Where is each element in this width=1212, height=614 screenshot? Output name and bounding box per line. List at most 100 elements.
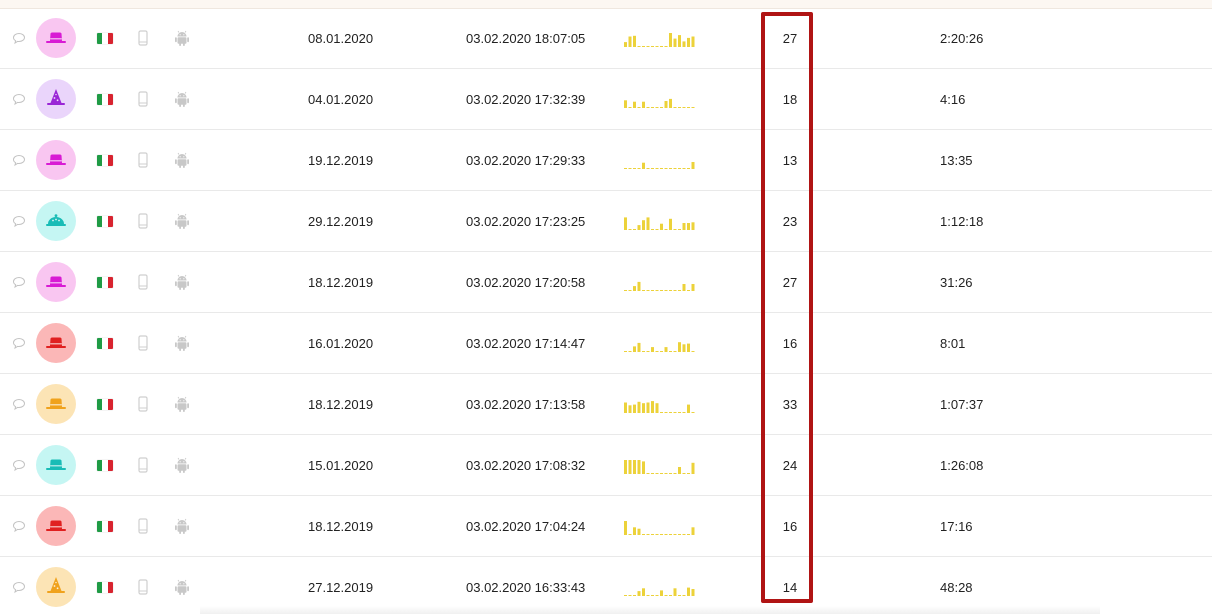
italy-flag-icon (97, 93, 113, 105)
table-row[interactable]: 15.01.2020 03.02.2020 17:08:32 24 1:26:08 (0, 435, 1212, 496)
sparkline-baseline (682, 412, 686, 413)
sparkline-baseline (637, 168, 641, 169)
session-count: 23 (782, 213, 798, 229)
chat-cell[interactable] (12, 435, 28, 495)
sparkline-bar (624, 402, 627, 413)
sparkline-baseline (651, 107, 654, 108)
sparkline-baseline (669, 168, 672, 169)
table-row[interactable]: 08.01.2020 03.02.2020 18:07:05 27 2:20:26 (0, 8, 1212, 69)
sparkline-baseline (628, 229, 632, 230)
sparkline-baseline (687, 168, 690, 169)
avatar[interactable] (36, 18, 76, 58)
table-row[interactable]: 29.12.2019 03.02.2020 17:23:25 23 1:12:18 (0, 191, 1212, 252)
device-cell (138, 252, 150, 312)
avatar-cell (36, 435, 76, 495)
sparkline-baseline (655, 534, 659, 535)
sparkline-baseline (655, 351, 659, 352)
sparkline-baseline (655, 46, 659, 47)
speech-bubble-icon[interactable] (12, 276, 26, 289)
table-row[interactable]: 27.12.2019 03.02.2020 16:33:43 14 48:28 (0, 557, 1212, 614)
sparkline-baseline (678, 168, 681, 169)
avatar[interactable] (36, 140, 76, 180)
avatar[interactable] (36, 262, 76, 302)
hat-icon (46, 398, 66, 409)
activity-sparkline (624, 162, 695, 169)
android-icon (175, 518, 189, 534)
chat-cell[interactable] (12, 252, 28, 312)
sparkline-baseline (646, 46, 650, 47)
total-duration: 1:12:18 (940, 213, 984, 229)
avatar[interactable] (36, 384, 76, 424)
device-cell (138, 191, 150, 251)
sparkline-baseline (655, 595, 659, 596)
table-row[interactable]: 18.12.2019 03.02.2020 17:20:58 27 31:26 (0, 252, 1212, 313)
first-seen-date: 15.01.2020 (308, 457, 374, 473)
activity-sparkline (624, 460, 695, 474)
sparkline-bar (682, 223, 686, 230)
sparkline-baseline (664, 229, 668, 230)
witch-hat-icon (47, 89, 65, 105)
sparkline-baseline (660, 168, 663, 169)
sparkline-bar (678, 35, 681, 47)
first-seen-date: 18.12.2019 (308, 518, 374, 534)
avatar-cell (36, 557, 76, 614)
chat-cell[interactable] (12, 8, 28, 68)
chat-cell[interactable] (12, 130, 28, 190)
sparkline-bar (624, 217, 627, 230)
sparkline-bar (637, 460, 641, 474)
chat-cell[interactable] (12, 313, 28, 373)
speech-bubble-icon[interactable] (12, 581, 26, 594)
session-count: 14 (782, 579, 798, 595)
sparkline-baseline (633, 229, 636, 230)
speech-bubble-icon[interactable] (12, 520, 26, 533)
first-seen-date: 27.12.2019 (308, 579, 374, 595)
speech-bubble-icon[interactable] (12, 459, 26, 472)
chat-cell[interactable] (12, 496, 28, 556)
avatar[interactable] (36, 79, 76, 119)
first-seen-date: 29.12.2019 (308, 213, 374, 229)
avatar[interactable] (36, 201, 76, 241)
sparkline-baseline (655, 473, 659, 474)
sparkline-bar (691, 222, 695, 230)
smartphone-icon (138, 396, 148, 412)
avatar[interactable] (36, 445, 76, 485)
chat-cell[interactable] (12, 69, 28, 129)
table-row[interactable]: 04.01.2020 03.02.2020 17:32:39 18 4:16 (0, 69, 1212, 130)
activity-sparkline (624, 217, 695, 230)
sparkline-baseline (637, 46, 641, 47)
speech-bubble-icon[interactable] (12, 337, 26, 350)
sparkline-baseline (633, 168, 636, 169)
avatar[interactable] (36, 323, 76, 363)
speech-bubble-icon[interactable] (12, 93, 26, 106)
last-seen-datetime: 03.02.2020 17:23:25 (466, 213, 586, 229)
sparkline-cell (624, 496, 696, 556)
chat-cell[interactable] (12, 191, 28, 251)
sparkline-baseline (673, 534, 677, 535)
country-cell (97, 374, 113, 434)
table-row[interactable]: 16.01.2020 03.02.2020 17:14:47 16 8:01 (0, 313, 1212, 374)
speech-bubble-icon[interactable] (12, 154, 26, 167)
sparkline-bar (687, 587, 690, 596)
android-icon (175, 152, 189, 168)
avatar[interactable] (36, 506, 76, 546)
last-seen-datetime: 03.02.2020 17:08:32 (466, 457, 586, 473)
speech-bubble-icon[interactable] (12, 215, 26, 228)
sparkline-cell (624, 313, 696, 373)
sparkline-bar (691, 527, 695, 535)
sparkline-baseline (660, 290, 663, 291)
speech-bubble-icon[interactable] (12, 398, 26, 411)
speech-bubble-icon[interactable] (12, 32, 26, 45)
sparkline-bar (624, 460, 627, 474)
activity-sparkline (624, 33, 695, 47)
hat-icon (46, 520, 66, 531)
sparkline-bar (678, 467, 681, 474)
chat-cell[interactable] (12, 557, 28, 614)
session-count: 27 (782, 30, 798, 46)
avatar[interactable] (36, 567, 76, 607)
table-row[interactable]: 18.12.2019 03.02.2020 17:04:24 16 17:16 (0, 496, 1212, 557)
table-row[interactable]: 18.12.2019 03.02.2020 17:13:58 33 1:07:37 (0, 374, 1212, 435)
table-row[interactable]: 19.12.2019 03.02.2020 17:29:33 13 13:35 (0, 130, 1212, 191)
sparkline-baseline (687, 473, 690, 474)
country-cell (97, 252, 113, 312)
chat-cell[interactable] (12, 374, 28, 434)
